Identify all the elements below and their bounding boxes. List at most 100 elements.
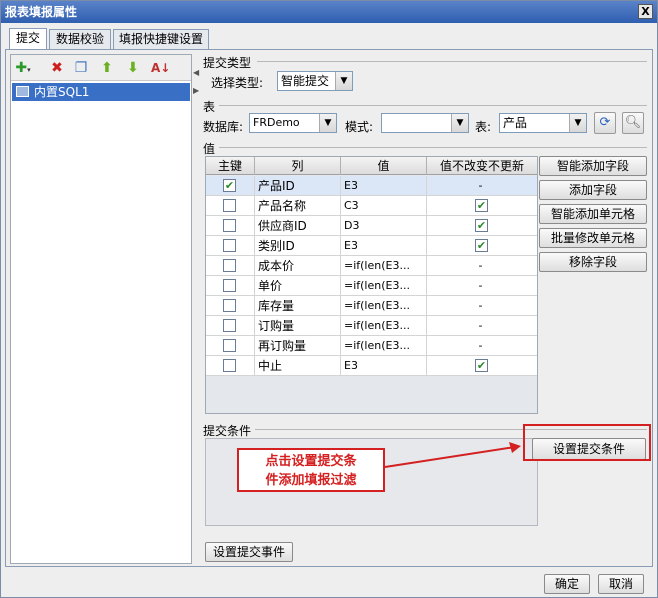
no-change-cell: ✔ <box>427 216 537 236</box>
table-row[interactable]: 产品名称 C3 ✔ <box>206 196 537 216</box>
primary-key-cell <box>206 276 255 296</box>
tab-submit[interactable]: 提交 <box>9 28 47 50</box>
highlight-box <box>523 424 651 461</box>
chevron-down-icon: ▼ <box>335 72 352 90</box>
smart-add-cell-button[interactable]: 智能添加单元格 <box>539 204 647 224</box>
table-label: 表: <box>475 120 492 134</box>
ok-button[interactable]: 确定 <box>544 574 590 594</box>
database-icon <box>16 86 29 97</box>
sort-icon[interactable]: A↓ <box>151 60 170 76</box>
preview-button[interactable]: 🔍︎ <box>622 112 644 134</box>
tree-item-sql1[interactable]: 内置SQL1 <box>12 83 190 101</box>
primary-key-cell <box>206 316 255 336</box>
primary-key-checkbox[interactable] <box>223 339 236 352</box>
primary-key-checkbox[interactable] <box>223 239 236 252</box>
no-change-checkbox[interactable]: ✔ <box>475 239 488 252</box>
primary-key-cell <box>206 356 255 376</box>
add-icon[interactable]: ✚▾ <box>15 60 31 76</box>
primary-key-checkbox[interactable] <box>223 279 236 292</box>
remove-field-button[interactable]: 移除字段 <box>539 252 647 272</box>
no-change-cell: - <box>427 256 537 276</box>
set-submit-event-button[interactable]: 设置提交事件 <box>205 542 293 562</box>
table-row[interactable]: 类别ID E3 ✔ <box>206 236 537 256</box>
value-cell[interactable]: D3 <box>341 216 427 236</box>
smart-add-field-button[interactable]: 智能添加字段 <box>539 156 647 176</box>
table-row[interactable]: 库存量 =if(len(E3... - <box>206 296 537 316</box>
collapse-right-icon[interactable]: ▶ <box>193 86 199 95</box>
callout-arrow <box>384 442 521 468</box>
primary-key-checkbox[interactable] <box>223 359 236 372</box>
value-cell[interactable]: E3 <box>341 176 427 196</box>
header-primary-key[interactable]: 主键 <box>206 157 255 175</box>
primary-key-cell <box>206 256 255 276</box>
delete-icon[interactable]: ✖ <box>49 60 65 76</box>
cancel-button[interactable]: 取消 <box>598 574 644 594</box>
database-select[interactable]: FRDemo ▼ <box>249 113 337 133</box>
no-change-checkbox[interactable]: ✔ <box>475 199 488 212</box>
column-cell[interactable]: 供应商ID <box>255 216 341 236</box>
table-value: 产品 <box>503 116 528 130</box>
copy-icon[interactable]: ❐ <box>73 60 89 76</box>
tab-shortcut-settings[interactable]: 填报快捷键设置 <box>113 29 209 50</box>
header-value[interactable]: 值 <box>341 157 427 175</box>
primary-key-checkbox[interactable] <box>223 259 236 272</box>
primary-key-checkbox[interactable] <box>223 219 236 232</box>
section-divider <box>219 105 647 106</box>
no-change-checkbox[interactable]: ✔ <box>475 359 488 372</box>
submit-type-value: 智能提交 <box>281 74 330 88</box>
value-cell[interactable]: =if(len(E3... <box>341 316 427 336</box>
preview-icon: 🔍︎ <box>624 115 642 130</box>
table-row[interactable]: 单价 =if(len(E3... - <box>206 276 537 296</box>
tab-data-validation[interactable]: 数据校验 <box>49 29 111 50</box>
primary-key-checkbox[interactable]: ✔ <box>223 179 236 192</box>
header-column[interactable]: 列 <box>255 157 341 175</box>
chevron-down-icon: ▼ <box>319 114 336 132</box>
column-cell[interactable]: 产品ID <box>255 176 341 196</box>
value-cell[interactable]: C3 <box>341 196 427 216</box>
table-row[interactable]: 成本价 =if(len(E3... - <box>206 256 537 276</box>
add-field-button[interactable]: 添加字段 <box>539 180 647 200</box>
move-down-icon[interactable]: ⬇ <box>125 60 141 76</box>
no-change-checkbox[interactable]: ✔ <box>475 219 488 232</box>
column-cell[interactable]: 再订购量 <box>255 336 341 356</box>
primary-key-checkbox[interactable] <box>223 199 236 212</box>
primary-key-cell <box>206 336 255 356</box>
tree-item-label: 内置SQL1 <box>34 85 90 99</box>
column-cell[interactable]: 类别ID <box>255 236 341 256</box>
column-cell[interactable]: 成本价 <box>255 256 341 276</box>
refresh-button[interactable]: ⟳ <box>594 112 616 134</box>
move-up-icon[interactable]: ⬆ <box>99 60 115 76</box>
primary-key-cell <box>206 216 255 236</box>
collapse-left-icon[interactable]: ◀ <box>193 68 199 77</box>
primary-key-checkbox[interactable] <box>223 319 236 332</box>
column-cell[interactable]: 中止 <box>255 356 341 376</box>
primary-key-checkbox[interactable] <box>223 299 236 312</box>
value-cell[interactable]: E3 <box>341 356 427 376</box>
value-cell[interactable]: =if(len(E3... <box>341 336 427 356</box>
batch-modify-cell-button[interactable]: 批量修改单元格 <box>539 228 647 248</box>
column-cell[interactable]: 库存量 <box>255 296 341 316</box>
column-cell[interactable]: 产品名称 <box>255 196 341 216</box>
table-select[interactable]: 产品 ▼ <box>499 113 587 133</box>
close-button[interactable]: X <box>638 4 653 19</box>
column-cell[interactable]: 单价 <box>255 276 341 296</box>
pane-splitter[interactable]: ◀ ▶ <box>193 54 199 564</box>
no-change-dash: - <box>478 179 483 192</box>
no-change-dash: - <box>478 279 483 292</box>
condition-section-label: 提交条件 <box>203 424 252 438</box>
value-cell[interactable]: =if(len(E3... <box>341 296 427 316</box>
table-row[interactable]: ✔ 产品ID E3 - <box>206 176 537 196</box>
table-row[interactable]: 再订购量 =if(len(E3... - <box>206 336 537 356</box>
header-no-change[interactable]: 值不改变不更新 <box>427 157 537 175</box>
submit-type-select[interactable]: 智能提交 ▼ <box>277 71 353 91</box>
value-cell[interactable]: =if(len(E3... <box>341 256 427 276</box>
table-row[interactable]: 订购量 =if(len(E3... - <box>206 316 537 336</box>
value-cell[interactable]: E3 <box>341 236 427 256</box>
chevron-down-icon: ▼ <box>451 114 468 132</box>
value-cell[interactable]: =if(len(E3... <box>341 276 427 296</box>
no-change-cell: - <box>427 276 537 296</box>
mode-select[interactable]: ▼ <box>381 113 469 133</box>
column-cell[interactable]: 订购量 <box>255 316 341 336</box>
table-row[interactable]: 供应商ID D3 ✔ <box>206 216 537 236</box>
table-row[interactable]: 中止 E3 ✔ <box>206 356 537 376</box>
